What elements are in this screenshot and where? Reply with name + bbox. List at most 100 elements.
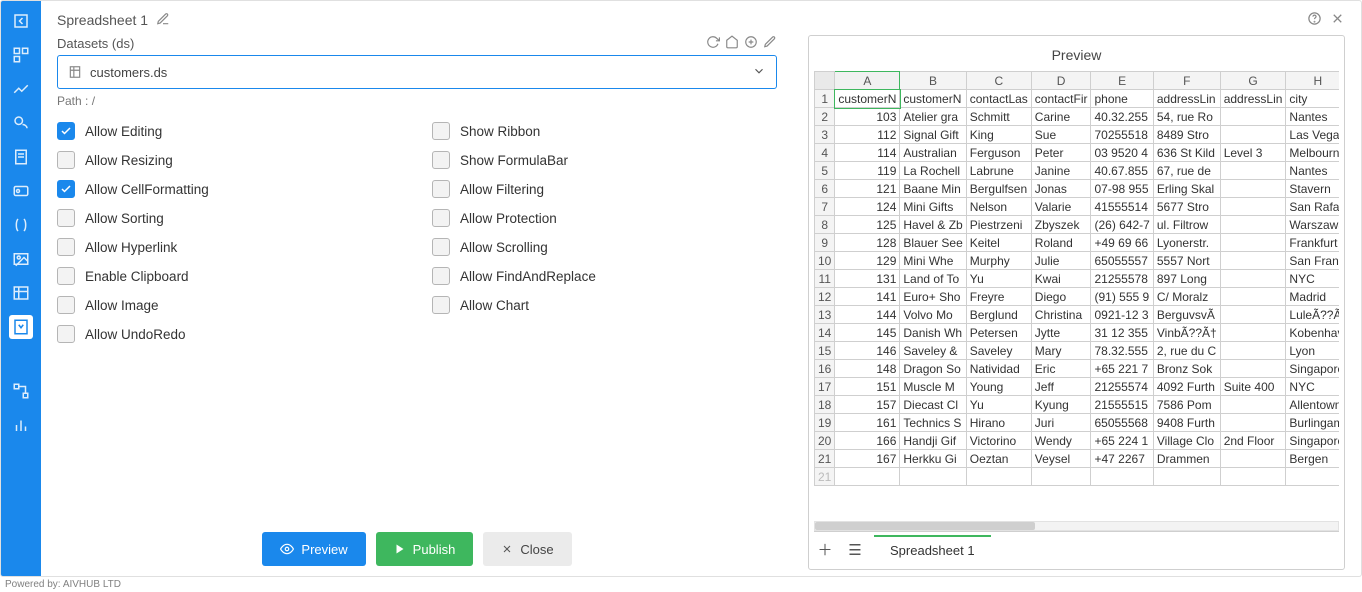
column-header[interactable]: F xyxy=(1153,72,1220,90)
header-cell[interactable]: contactLas xyxy=(966,90,1031,108)
column-header[interactable]: E xyxy=(1091,72,1153,90)
option-checkbox[interactable]: Allow Chart xyxy=(432,296,777,314)
header-cell[interactable]: customerN xyxy=(900,90,966,108)
close-button[interactable]: Close xyxy=(483,532,571,566)
cell[interactable]: Mary xyxy=(1031,342,1091,360)
cell[interactable]: Veysel xyxy=(1031,450,1091,468)
cell[interactable]: Peter xyxy=(1031,144,1091,162)
collapse-icon[interactable] xyxy=(9,9,33,33)
option-checkbox[interactable]: Allow FindAndReplace xyxy=(432,267,777,285)
help-icon[interactable] xyxy=(1307,11,1322,29)
cell[interactable]: Bronz Sok xyxy=(1153,360,1220,378)
cell[interactable]: 144 xyxy=(835,306,900,324)
hierarchy-icon[interactable] xyxy=(9,379,33,403)
cell[interactable]: 40.67.855 xyxy=(1091,162,1153,180)
option-checkbox[interactable]: Allow Image xyxy=(57,296,402,314)
option-checkbox[interactable]: Show Ribbon xyxy=(432,122,777,140)
cell[interactable]: Freyre xyxy=(966,288,1031,306)
cell[interactable]: 54, rue Ro xyxy=(1153,108,1220,126)
row-header[interactable]: 21 xyxy=(815,468,835,486)
cell[interactable]: Havel & Zb xyxy=(900,216,966,234)
cell[interactable]: 119 xyxy=(835,162,900,180)
cell[interactable]: Yu xyxy=(966,270,1031,288)
cell[interactable]: Baane Min xyxy=(900,180,966,198)
cell[interactable]: Oeztan xyxy=(966,450,1031,468)
cell[interactable]: Bergen xyxy=(1286,450,1339,468)
cell[interactable]: Yu xyxy=(966,396,1031,414)
cell[interactable]: Saveley xyxy=(966,342,1031,360)
cell[interactable]: Volvo Mo xyxy=(900,306,966,324)
cell[interactable]: Diego xyxy=(1031,288,1091,306)
publish-button[interactable]: Publish xyxy=(376,532,474,566)
cell[interactable]: 4092 Furth xyxy=(1153,378,1220,396)
cell[interactable]: 65055568 xyxy=(1091,414,1153,432)
column-header[interactable]: C xyxy=(966,72,1031,90)
cell[interactable]: Madrid xyxy=(1286,288,1339,306)
cell[interactable]: ul. Filtrow xyxy=(1153,216,1220,234)
sheet-tab[interactable]: Spreadsheet 1 xyxy=(874,535,991,564)
spreadsheet-icon[interactable] xyxy=(9,315,33,339)
cell[interactable]: 167 xyxy=(835,450,900,468)
cell[interactable]: 78.32.555 xyxy=(1091,342,1153,360)
cell[interactable]: San Rafae xyxy=(1286,198,1339,216)
cell[interactable]: 41555514 xyxy=(1091,198,1153,216)
cell[interactable]: Schmitt xyxy=(966,108,1031,126)
option-checkbox[interactable]: Allow CellFormatting xyxy=(57,180,402,198)
cell[interactable]: Ferguson xyxy=(966,144,1031,162)
cell[interactable]: 7586 Pom xyxy=(1153,396,1220,414)
cell[interactable]: Australian xyxy=(900,144,966,162)
cell[interactable]: Christina xyxy=(1031,306,1091,324)
preview-button[interactable]: Preview xyxy=(262,532,365,566)
cell[interactable]: Zbyszek xyxy=(1031,216,1091,234)
cell[interactable]: 141 xyxy=(835,288,900,306)
cell[interactable]: BerguvsvÃ xyxy=(1153,306,1220,324)
cell[interactable]: Village Clo xyxy=(1153,432,1220,450)
row-header[interactable]: 15 xyxy=(815,342,835,360)
cell[interactable]: Lyonerstr. xyxy=(1153,234,1220,252)
cell[interactable]: Bergulfsen xyxy=(966,180,1031,198)
image-icon[interactable] xyxy=(9,247,33,271)
cell[interactable]: 112 xyxy=(835,126,900,144)
cell[interactable]: Berglund xyxy=(966,306,1031,324)
cell[interactable] xyxy=(1286,468,1339,486)
cell[interactable] xyxy=(1220,396,1286,414)
analytics-icon[interactable] xyxy=(9,413,33,437)
cell[interactable]: Mini Gifts xyxy=(900,198,966,216)
header-cell[interactable]: phone xyxy=(1091,90,1153,108)
cell[interactable]: +65 224 1 xyxy=(1091,432,1153,450)
cell[interactable]: Janine xyxy=(1031,162,1091,180)
header-cell[interactable]: addressLin xyxy=(1220,90,1286,108)
cell[interactable] xyxy=(1220,342,1286,360)
cell[interactable]: La Rochell xyxy=(900,162,966,180)
chart-icon[interactable] xyxy=(9,77,33,101)
option-checkbox[interactable]: Allow Sorting xyxy=(57,209,402,227)
cell[interactable]: 151 xyxy=(835,378,900,396)
row-header[interactable]: 4 xyxy=(815,144,835,162)
cell[interactable]: 31 12 355 xyxy=(1091,324,1153,342)
cell[interactable]: 114 xyxy=(835,144,900,162)
option-checkbox[interactable]: Allow Protection xyxy=(432,209,777,227)
panel-divider[interactable] xyxy=(791,35,794,570)
cell[interactable] xyxy=(1220,270,1286,288)
option-checkbox[interactable]: Allow Editing xyxy=(57,122,402,140)
cell[interactable]: Drammen xyxy=(1153,450,1220,468)
close-dialog-icon[interactable] xyxy=(1330,11,1345,29)
cell[interactable]: 166 xyxy=(835,432,900,450)
document-icon[interactable] xyxy=(9,145,33,169)
cell[interactable]: Dragon So xyxy=(900,360,966,378)
cell[interactable]: Singapore xyxy=(1286,432,1339,450)
cell[interactable] xyxy=(1220,126,1286,144)
cell[interactable]: Wendy xyxy=(1031,432,1091,450)
column-header[interactable]: H xyxy=(1286,72,1339,90)
cell[interactable]: Mini Whe xyxy=(900,252,966,270)
cell[interactable] xyxy=(1220,450,1286,468)
cell[interactable]: Hirano xyxy=(966,414,1031,432)
cell[interactable]: Burlingam xyxy=(1286,414,1339,432)
cell[interactable]: San Franc xyxy=(1286,252,1339,270)
row-header[interactable]: 8 xyxy=(815,216,835,234)
row-header[interactable]: 19 xyxy=(815,414,835,432)
cell[interactable]: Labrune xyxy=(966,162,1031,180)
sheet-menu-button[interactable]: ☰ xyxy=(844,541,866,559)
dashboard-icon[interactable] xyxy=(9,43,33,67)
option-checkbox[interactable]: Show FormulaBar xyxy=(432,151,777,169)
